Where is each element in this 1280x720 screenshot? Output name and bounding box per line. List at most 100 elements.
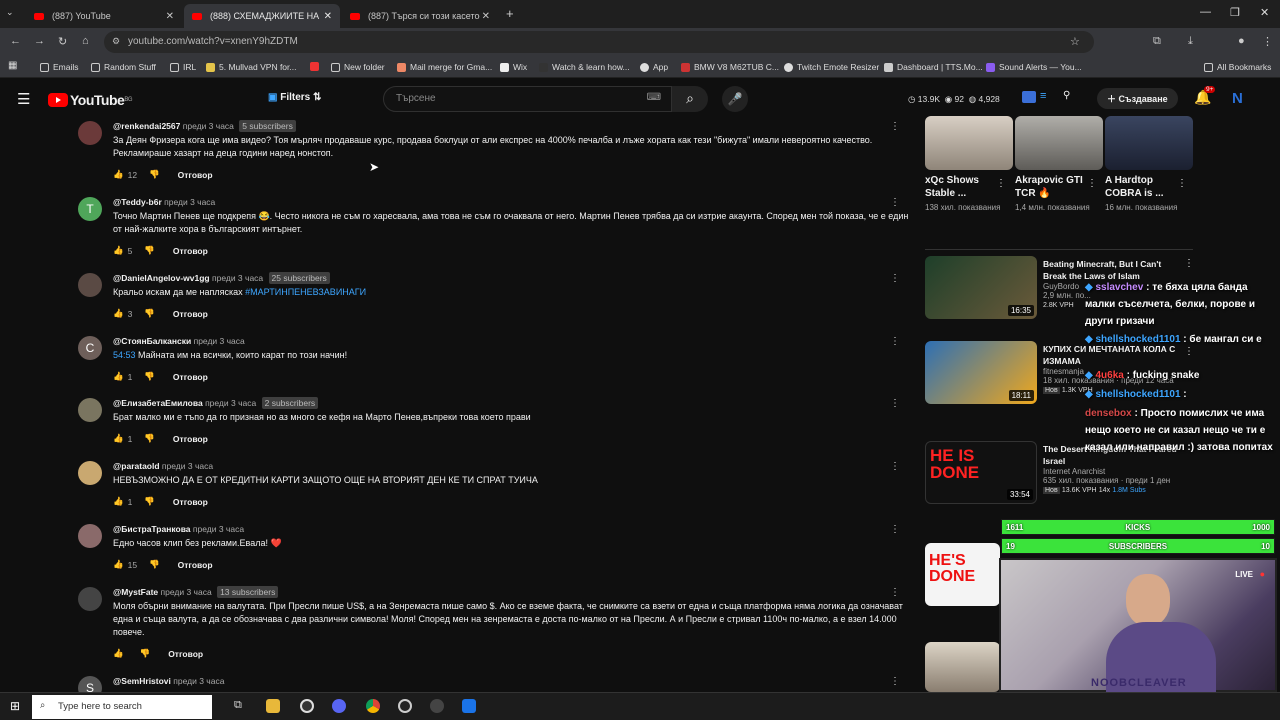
bookmark-star-icon[interactable]: ☆ — [1070, 35, 1080, 48]
filters-button[interactable]: ▣ Filters ⇅ — [268, 92, 321, 103]
menu-icon[interactable]: ⋮ — [1262, 35, 1273, 48]
avatar[interactable]: N — [1232, 90, 1243, 107]
dislike-icon[interactable]: 👎 — [140, 648, 151, 659]
task-view-icon[interactable]: ⧉ — [234, 699, 242, 712]
comment-author[interactable]: @SemHristovi — [113, 676, 171, 686]
avatar[interactable] — [78, 587, 102, 611]
windows-start-icon[interactable]: ⊞ — [10, 699, 20, 713]
comment-author[interactable]: @БистраТранкова — [113, 524, 191, 534]
like-icon[interactable]: 👍 — [113, 371, 124, 382]
reply-button[interactable]: Отговор — [173, 372, 208, 382]
close-window-icon[interactable]: ✕ — [1260, 6, 1269, 19]
bookmark-item[interactable]: Emails — [40, 62, 79, 72]
timestamp-link[interactable]: 54:53 — [113, 350, 136, 360]
avatar[interactable]: T — [78, 197, 102, 221]
site-info-icon[interactable]: ⚙ — [112, 36, 120, 47]
comment-menu-icon[interactable]: ⋮ — [890, 461, 900, 472]
file-explorer-icon[interactable] — [266, 699, 280, 713]
bookmark-item[interactable]: Dashboard | TTS.Mo... — [884, 62, 983, 72]
create-button[interactable]: ＋ Създаване — [1097, 88, 1178, 109]
avatar[interactable] — [78, 461, 102, 485]
reply-button[interactable]: Отговор — [173, 434, 208, 444]
short-item[interactable]: A Hardtop COBRA is ... 16 млн. показвания — [1105, 174, 1185, 212]
app-icon[interactable] — [398, 699, 412, 713]
url-field[interactable]: ⚙ youtube.com/watch?v=xnenY9hZDTM — [104, 31, 1094, 53]
comment-author[interactable]: @ЕлизабетаЕмилова — [113, 398, 203, 408]
comment-time[interactable]: преди 3 часа — [205, 398, 256, 408]
bookmark-item[interactable]: 5. Mullvad VPN for... — [206, 62, 296, 72]
comment-menu-icon[interactable]: ⋮ — [890, 121, 900, 132]
notifications-icon[interactable]: 🔔 9+ — [1194, 86, 1216, 106]
bookmark-item[interactable]: New folder — [331, 62, 385, 72]
list-icon[interactable]: ≡ — [1040, 90, 1046, 102]
comment-time[interactable]: преди 3 часа — [212, 273, 263, 283]
youtube-logo[interactable]: YouTube BG — [48, 92, 132, 108]
comment-author[interactable]: @parataold — [113, 461, 160, 471]
bookmark-item[interactable]: Random Stuff — [91, 62, 156, 72]
comment-menu-icon[interactable]: ⋮ — [890, 524, 900, 535]
comment-menu-icon[interactable]: ⋮ — [890, 273, 900, 284]
avatar[interactable] — [78, 121, 102, 145]
avatar[interactable] — [78, 524, 102, 548]
comment-author[interactable]: @DanielAngelov-wv1gg — [113, 273, 210, 283]
short-menu-icon[interactable]: ⋮ — [996, 178, 1006, 189]
comment-menu-icon[interactable]: ⋮ — [890, 197, 900, 208]
search-input[interactable]: Търсене ⌨ — [383, 86, 672, 112]
back-icon[interactable]: ← — [10, 35, 21, 47]
dislike-icon[interactable]: 👎 — [144, 371, 155, 382]
avatar[interactable] — [78, 273, 102, 297]
trophy-icon[interactable]: ⚲ — [1063, 90, 1070, 101]
reply-button[interactable]: Отговор — [178, 170, 213, 180]
comment-author[interactable]: @Teddy-b6r — [113, 197, 162, 207]
short-item[interactable]: xQc Shows Stable ... 138 хил. показвания — [925, 174, 1005, 212]
app-icon[interactable] — [430, 699, 444, 713]
short-title[interactable]: xQc Shows Stable ... — [925, 174, 1005, 200]
taskbar-search-input[interactable]: ⌕ Type here to search — [32, 695, 212, 719]
like-icon[interactable]: 👍 — [113, 245, 124, 256]
like-icon[interactable]: 👍 — [113, 496, 124, 507]
reply-button[interactable]: Отговор — [173, 497, 208, 507]
short-title[interactable]: A Hardtop COBRA is ... — [1105, 174, 1185, 200]
search-button[interactable]: ⌕ — [672, 86, 708, 112]
tab-youtube[interactable]: (887) YouTube ✕ — [26, 4, 182, 28]
app-icon[interactable] — [462, 699, 476, 713]
comment-time[interactable]: преди 3 часа — [193, 524, 244, 534]
comment-author[interactable]: @СтоянБалкански — [113, 336, 191, 346]
close-tab-icon[interactable]: ✕ — [166, 11, 174, 22]
close-tab-icon[interactable]: ✕ — [482, 11, 490, 22]
comment-menu-icon[interactable]: ⋮ — [890, 398, 900, 409]
comment-menu-icon[interactable]: ⋮ — [890, 587, 900, 598]
comment-time[interactable]: преди 3 часа — [164, 197, 215, 207]
reply-button[interactable]: Отговор — [173, 246, 208, 256]
keyboard-icon[interactable]: ⌨ — [647, 92, 661, 103]
bookmark-item[interactable]: BMW V8 M62TUB C... — [681, 62, 779, 72]
like-icon[interactable]: 👍 — [113, 169, 124, 180]
reply-button[interactable]: Отговор — [168, 649, 203, 659]
bookmark-item[interactable]: App — [640, 62, 668, 72]
video-thumbnail[interactable]: 16:35 — [925, 256, 1037, 319]
apps-icon[interactable]: ▦ — [8, 60, 17, 71]
comment-menu-icon[interactable]: ⋮ — [890, 676, 900, 687]
short-thumbnail[interactable] — [1015, 116, 1103, 170]
avatar[interactable]: C — [78, 336, 102, 360]
home-icon[interactable]: ⌂ — [82, 35, 89, 47]
avatar[interactable] — [78, 398, 102, 422]
bookmark-item[interactable] — [310, 62, 323, 71]
video-thumbnail[interactable]: HE IS DONE 33:54 — [925, 441, 1037, 504]
dislike-icon[interactable]: 👎 — [144, 496, 155, 507]
forward-icon[interactable]: → — [34, 35, 45, 47]
voice-search-button[interactable]: 🎤 — [722, 86, 748, 112]
tab-video-2[interactable]: (887) Търся си този касетофо ✕ — [342, 4, 498, 28]
translate-icon[interactable] — [1022, 91, 1036, 103]
bookmark-item[interactable]: Watch & learn how... — [539, 62, 630, 72]
tab-search-icon[interactable]: ⌄ — [6, 7, 14, 18]
dislike-icon[interactable]: 👎 — [149, 559, 160, 570]
bookmark-item[interactable]: Sound Alerts — You... — [986, 62, 1082, 72]
comment-time[interactable]: преди 3 часа — [162, 461, 213, 471]
comment-time[interactable]: преди 3 часа — [161, 587, 212, 597]
like-icon[interactable]: 👍 — [113, 648, 124, 659]
hamburger-menu-icon[interactable]: ☰ — [17, 90, 30, 108]
reply-button[interactable]: Отговор — [178, 560, 213, 570]
short-item[interactable]: Akrapovic GTI TCR 🔥 1,4 млн. показвания — [1015, 174, 1095, 212]
short-menu-icon[interactable]: ⋮ — [1087, 178, 1097, 189]
